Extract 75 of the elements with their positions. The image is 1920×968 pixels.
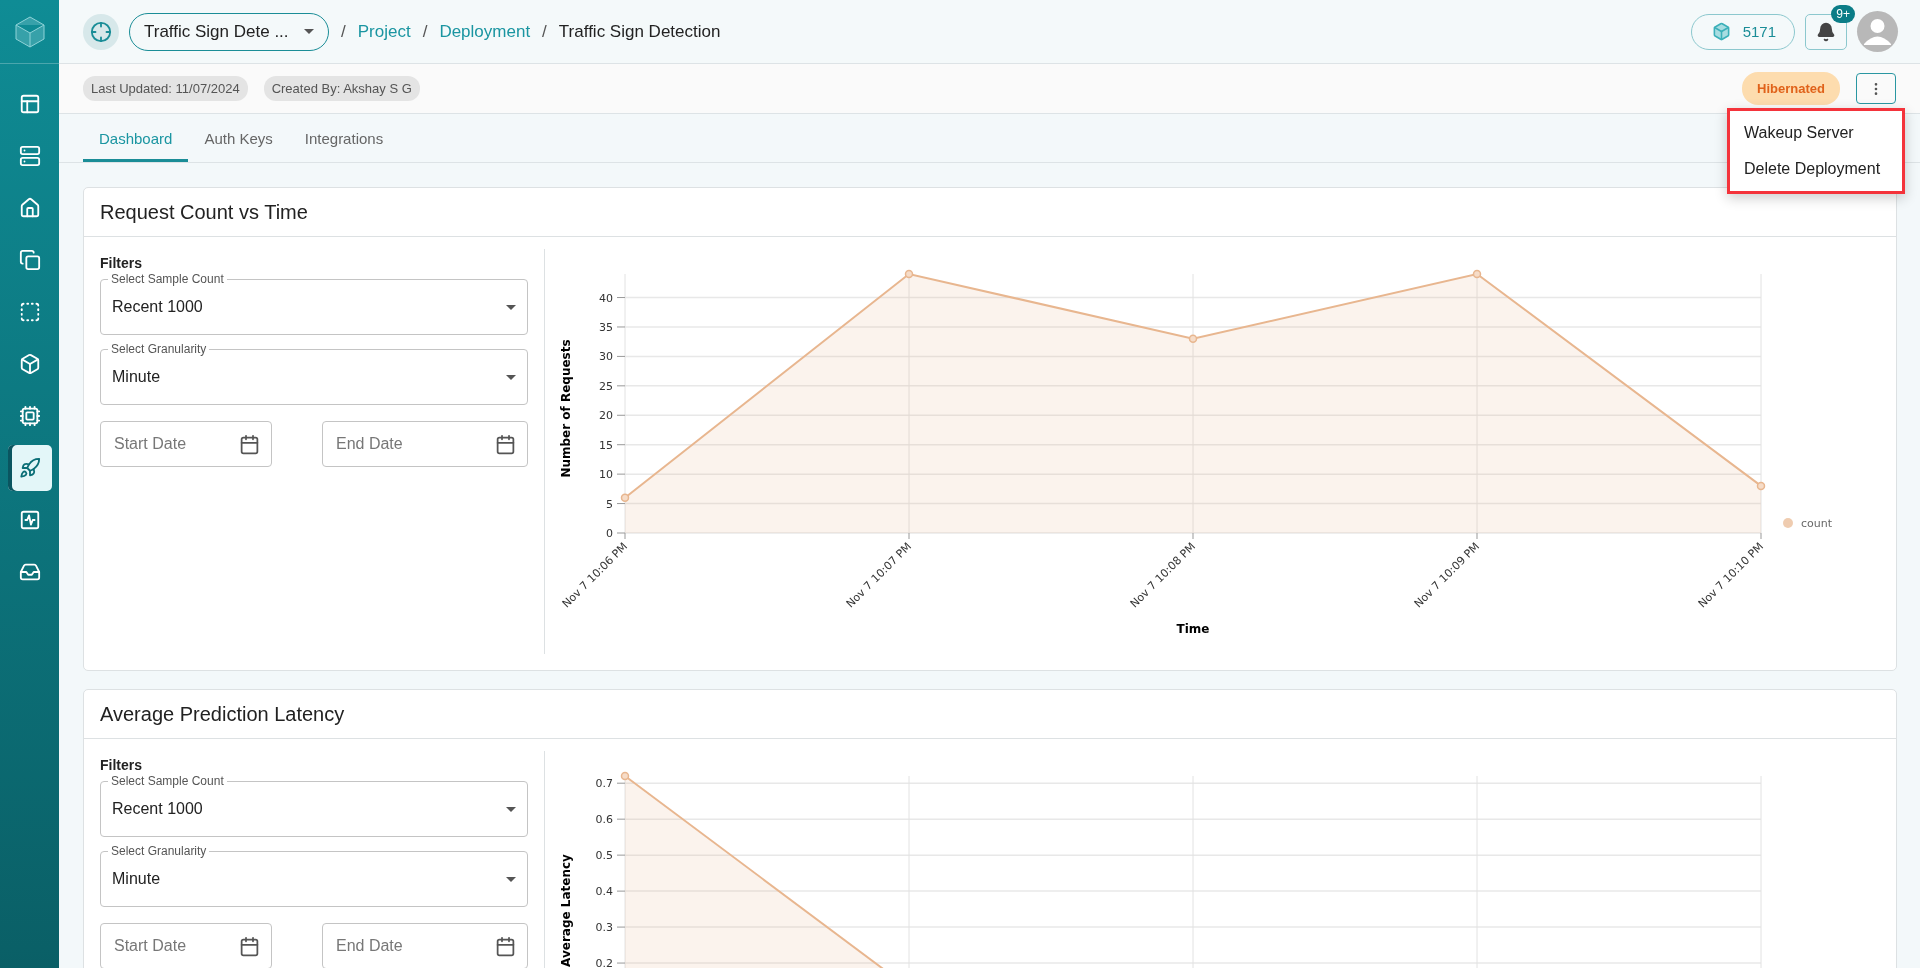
axis-tick-label: 0.7 xyxy=(595,777,613,791)
point xyxy=(1756,481,1766,491)
axis-tick-label: 5 xyxy=(606,497,613,511)
axis-tick-label: 0.4 xyxy=(595,885,613,899)
tab[interactable]: Integrations xyxy=(288,114,400,162)
panel-layout-icon xyxy=(18,93,41,115)
server-icon xyxy=(18,145,41,167)
point xyxy=(1188,334,1198,343)
axis-tick-label: 0.5 xyxy=(595,849,613,863)
date-field[interactable]: End Date xyxy=(322,923,528,968)
dashed-square-icon xyxy=(18,301,41,323)
info-chip: Last Updated: 11/07/2024 xyxy=(83,76,248,101)
caret-icon xyxy=(506,806,516,812)
calendar-icon xyxy=(239,433,260,455)
rocket-icon xyxy=(18,457,41,479)
crosshair-button[interactable] xyxy=(83,13,119,50)
activity-icon xyxy=(18,509,41,531)
caret-icon xyxy=(506,876,516,882)
sidebar-item[interactable] xyxy=(7,445,52,491)
cube-icon xyxy=(1711,22,1731,41)
card-title: Request Count vs Time xyxy=(84,188,1896,237)
more-button[interactable] xyxy=(1856,73,1896,104)
tray-icon xyxy=(18,561,41,583)
chip-icon xyxy=(18,405,41,427)
info-chip: Created By: Akshay S G xyxy=(263,76,420,101)
calendar-icon xyxy=(495,935,516,957)
date-input[interactable]: Start Date xyxy=(112,936,236,956)
copy-icon xyxy=(18,249,41,271)
point xyxy=(904,269,914,279)
date-input[interactable]: Start Date xyxy=(112,434,236,454)
notification-badge: 9+ xyxy=(1831,4,1855,23)
card-title: Average Prediction Latency xyxy=(84,690,1896,739)
cube-logo-icon xyxy=(14,15,45,48)
caret-icon xyxy=(506,374,516,380)
axis-tick-label: 25 xyxy=(599,379,613,393)
date-input[interactable]: End Date xyxy=(334,434,458,454)
axis-tick-label: 10 xyxy=(599,468,613,482)
axis-tick-label: 0 xyxy=(606,527,613,540)
filters-heading: Filters xyxy=(100,255,143,271)
breadcrumb-separator: / xyxy=(341,21,346,42)
status-badge: Hibernated xyxy=(1742,72,1840,105)
date-field[interactable]: Start Date xyxy=(100,923,272,968)
crosshair-icon xyxy=(90,20,112,43)
breadcrumb-separator: / xyxy=(422,21,428,42)
page-title: Traffic Sign Detection xyxy=(558,21,721,42)
axis-title: Time xyxy=(1176,622,1210,636)
point xyxy=(620,493,630,502)
cube-icon xyxy=(18,353,41,375)
axis-tick-label: 30 xyxy=(599,350,613,364)
caret-icon xyxy=(506,304,516,310)
date-input[interactable]: End Date xyxy=(334,936,458,956)
legend-label: count xyxy=(1801,517,1833,530)
breadcrumb-separator: / xyxy=(542,21,547,42)
axis-tick-label: 0.6 xyxy=(595,813,613,827)
date-field[interactable]: Start Date xyxy=(100,421,272,467)
axis-tick-label: 0.2 xyxy=(595,957,613,968)
axis-tick-label: 35 xyxy=(599,321,613,334)
caret-icon xyxy=(304,29,314,34)
date-field[interactable]: End Date xyxy=(322,421,528,467)
axis-tick-label: 15 xyxy=(599,438,613,452)
tab[interactable]: Auth Keys xyxy=(188,114,289,162)
bell-icon xyxy=(1816,21,1836,42)
axis-tick-label: 40 xyxy=(599,291,613,305)
legend-swatch xyxy=(1783,518,1793,528)
filters-heading: Filters xyxy=(100,757,143,773)
axis-title: Number of Requests xyxy=(559,339,573,478)
menu-item[interactable]: Delete Deployment xyxy=(1730,151,1902,187)
home-icon xyxy=(18,197,41,219)
calendar-icon xyxy=(495,433,516,455)
axis-tick-label: 20 xyxy=(599,409,613,423)
axis-title: Average Latency xyxy=(559,854,573,967)
point xyxy=(1472,269,1482,279)
menu-item[interactable]: Wakeup Server xyxy=(1730,115,1902,151)
calendar-icon xyxy=(239,935,260,957)
axis-tick-label: 0.3 xyxy=(595,921,613,935)
